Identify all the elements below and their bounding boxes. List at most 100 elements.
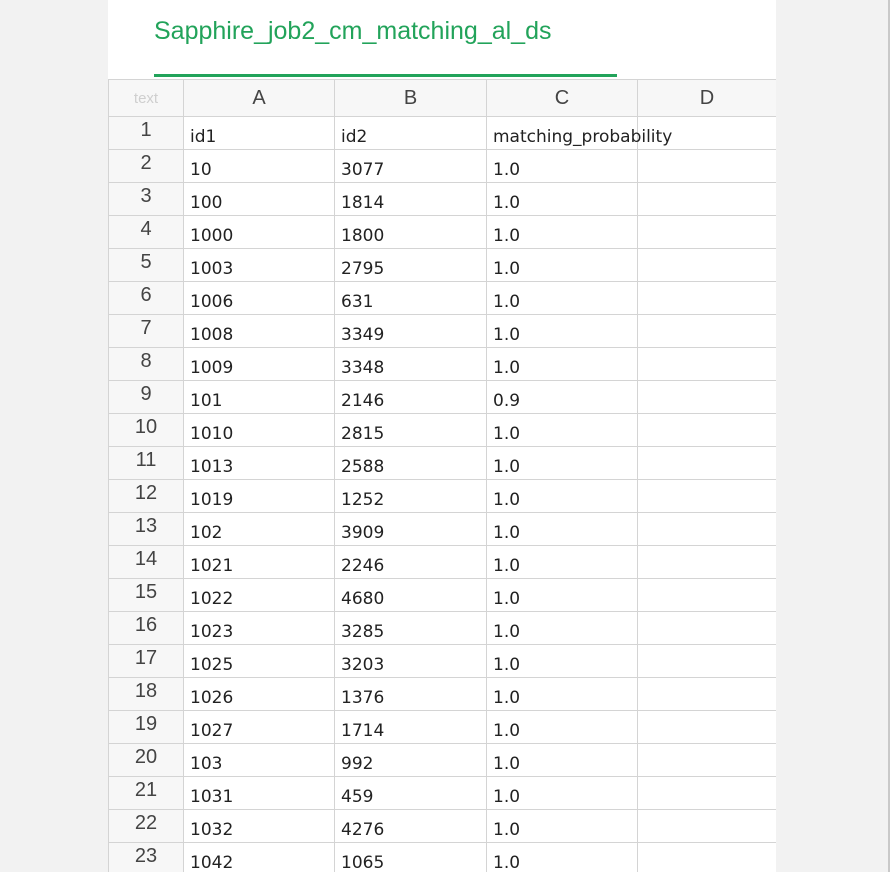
cell-c[interactable]: 1.0 [486, 314, 638, 348]
cell-d[interactable] [637, 215, 776, 249]
cell-a[interactable]: 1026 [183, 677, 335, 711]
column-header-a[interactable]: A [183, 79, 335, 117]
cell-b[interactable]: 3348 [334, 347, 487, 381]
cell-a[interactable]: 100 [183, 182, 335, 216]
row-header[interactable]: 12 [108, 479, 184, 513]
cell-c[interactable]: 1.0 [486, 776, 638, 810]
row-header[interactable]: 22 [108, 809, 184, 843]
cell-c[interactable]: 0.9 [486, 380, 638, 414]
cell-a[interactable]: 1021 [183, 545, 335, 579]
cell-b[interactable]: 3203 [334, 644, 487, 678]
cell-b[interactable]: 1714 [334, 710, 487, 744]
cell-b[interactable]: 2815 [334, 413, 487, 447]
row-header[interactable]: 3 [108, 182, 184, 216]
cell-a[interactable]: 1031 [183, 776, 335, 810]
cell-c[interactable]: 1.0 [486, 677, 638, 711]
cell-b[interactable]: 1252 [334, 479, 487, 513]
cell-c[interactable]: 1.0 [486, 611, 638, 645]
cell-d[interactable] [637, 347, 776, 381]
select-all-corner[interactable]: text [108, 79, 184, 117]
row-header[interactable]: 7 [108, 314, 184, 348]
cell-a[interactable]: 1000 [183, 215, 335, 249]
row-header[interactable]: 17 [108, 644, 184, 678]
cell-b[interactable]: 1376 [334, 677, 487, 711]
cell-b[interactable]: 2795 [334, 248, 487, 282]
cell-a[interactable]: 1003 [183, 248, 335, 282]
cell-c[interactable]: 1.0 [486, 578, 638, 612]
row-header[interactable]: 21 [108, 776, 184, 810]
row-header[interactable]: 2 [108, 149, 184, 183]
cell-c[interactable]: 1.0 [486, 479, 638, 513]
cell-d[interactable] [637, 743, 776, 777]
cell-a[interactable]: 1032 [183, 809, 335, 843]
column-header-b[interactable]: B [334, 79, 487, 117]
cell-c[interactable]: 1.0 [486, 413, 638, 447]
cell-a[interactable]: 10 [183, 149, 335, 183]
cell-c[interactable]: 1.0 [486, 347, 638, 381]
cell-d[interactable] [637, 281, 776, 315]
cell-d[interactable] [637, 314, 776, 348]
row-header[interactable]: 8 [108, 347, 184, 381]
cell-d[interactable] [637, 776, 776, 810]
row-header[interactable]: 5 [108, 248, 184, 282]
cell-a[interactable]: id1 [183, 116, 335, 150]
cell-c[interactable]: 1.0 [486, 248, 638, 282]
row-header[interactable]: 1 [108, 116, 184, 150]
row-header[interactable]: 14 [108, 545, 184, 579]
cell-d[interactable] [637, 479, 776, 513]
cell-b[interactable]: 4680 [334, 578, 487, 612]
cell-b[interactable]: 2246 [334, 545, 487, 579]
cell-b[interactable]: id2 [334, 116, 487, 150]
cell-a[interactable]: 1013 [183, 446, 335, 480]
cell-a[interactable]: 1042 [183, 842, 335, 872]
cell-b[interactable]: 631 [334, 281, 487, 315]
cell-c[interactable]: 1.0 [486, 710, 638, 744]
cell-c[interactable]: 1.0 [486, 743, 638, 777]
row-header[interactable]: 19 [108, 710, 184, 744]
cell-d[interactable] [637, 611, 776, 645]
cell-c[interactable]: 1.0 [486, 182, 638, 216]
row-header[interactable]: 10 [108, 413, 184, 447]
cell-d[interactable] [637, 545, 776, 579]
row-header[interactable]: 4 [108, 215, 184, 249]
row-header[interactable]: 18 [108, 677, 184, 711]
cell-b[interactable]: 992 [334, 743, 487, 777]
cell-a[interactable]: 1010 [183, 413, 335, 447]
cell-b[interactable]: 3909 [334, 512, 487, 546]
row-header[interactable]: 16 [108, 611, 184, 645]
cell-c[interactable]: 1.0 [486, 446, 638, 480]
cell-d[interactable] [637, 809, 776, 843]
cell-d[interactable] [637, 842, 776, 872]
cell-b[interactable]: 2146 [334, 380, 487, 414]
row-header[interactable]: 9 [108, 380, 184, 414]
cell-d[interactable] [637, 149, 776, 183]
cell-d[interactable] [637, 644, 776, 678]
cell-b[interactable]: 459 [334, 776, 487, 810]
cell-c[interactable]: 1.0 [486, 545, 638, 579]
cell-a[interactable]: 1027 [183, 710, 335, 744]
cell-c[interactable]: 1.0 [486, 644, 638, 678]
row-header[interactable]: 6 [108, 281, 184, 315]
sheet-tab-active[interactable]: Sapphire_job2_cm_matching_al_ds [154, 0, 617, 79]
column-header-c[interactable]: C [486, 79, 638, 117]
row-header[interactable]: 15 [108, 578, 184, 612]
cell-c[interactable]: 1.0 [486, 512, 638, 546]
row-header[interactable]: 11 [108, 446, 184, 480]
cell-c[interactable]: 1.0 [486, 809, 638, 843]
cell-c[interactable]: matching_probability [486, 116, 672, 150]
cell-a[interactable]: 1006 [183, 281, 335, 315]
cell-d[interactable] [637, 677, 776, 711]
cell-a[interactable]: 1019 [183, 479, 335, 513]
cell-a[interactable]: 1025 [183, 644, 335, 678]
cell-d[interactable] [637, 710, 776, 744]
cell-d[interactable] [637, 182, 776, 216]
cell-d[interactable] [637, 248, 776, 282]
cell-c[interactable]: 1.0 [486, 842, 638, 872]
cell-d[interactable] [637, 380, 776, 414]
cell-a[interactable]: 1023 [183, 611, 335, 645]
cell-b[interactable]: 4276 [334, 809, 487, 843]
cell-b[interactable]: 3077 [334, 149, 487, 183]
cell-c[interactable]: 1.0 [486, 215, 638, 249]
column-header-d[interactable]: D [637, 79, 776, 117]
cell-a[interactable]: 1022 [183, 578, 335, 612]
